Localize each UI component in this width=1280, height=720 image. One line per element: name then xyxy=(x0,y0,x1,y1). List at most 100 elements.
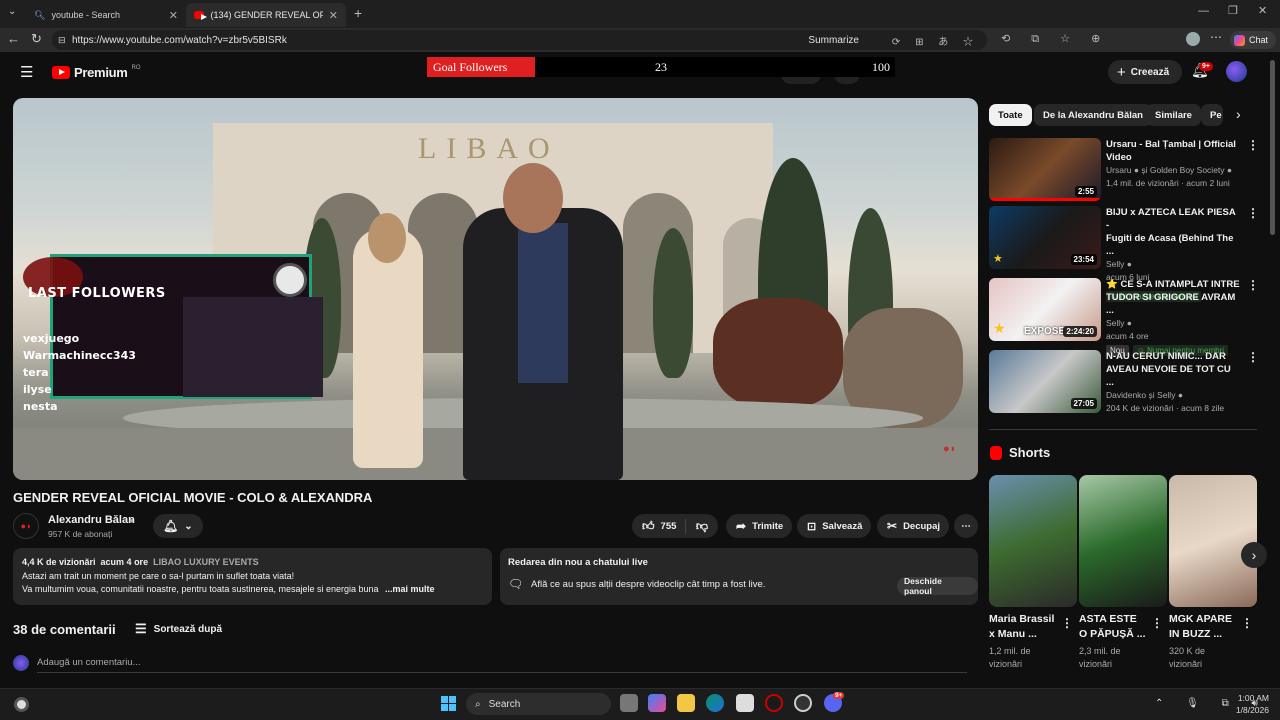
related-item[interactable]: Ursaru - Bal Țambal | Official Video Urs… xyxy=(1106,138,1241,190)
copilot-icon[interactable] xyxy=(648,694,666,712)
close-tab-icon[interactable]: ✕ xyxy=(329,9,338,22)
clip-button[interactable]: ✂ Decupaj xyxy=(877,514,949,538)
more-actions-button[interactable]: ⋯ xyxy=(954,514,978,538)
channel-name[interactable]: Alexandru Bălan xyxy=(48,514,135,526)
shorts-logo-icon xyxy=(990,445,1002,460)
divider xyxy=(989,429,1257,430)
widgets-icon[interactable] xyxy=(14,697,29,712)
related-thumbnail[interactable]: ★ EXPOSE 2:24:20 xyxy=(989,278,1101,341)
save-button[interactable]: ⊡ Salvează xyxy=(797,514,871,538)
description-box[interactable]: 4,4 K de vizionări acum 4 ore LIBAO LUXU… xyxy=(13,548,492,605)
related-meta: acum 4 ore xyxy=(1106,331,1149,341)
close-tab-icon[interactable]: ✕ xyxy=(169,9,178,22)
show-more-link[interactable]: ...mai multe xyxy=(385,584,435,594)
last-followers-title: LAST FOLLOWERS xyxy=(28,286,166,301)
close-window-button[interactable]: ✕ xyxy=(1258,4,1267,17)
hamburger-menu-icon[interactable]: ☰ xyxy=(20,63,33,81)
follower-name: nesta xyxy=(23,400,58,413)
short-title-line: MGK APARE xyxy=(1169,613,1232,625)
like-button[interactable]: 👍︎ 755 👎︎ xyxy=(632,514,718,538)
chip-all[interactable]: Toate xyxy=(989,104,1032,126)
related-item[interactable]: N-AU CERUT NIMIC... DAR AVEAU NEVOIE DE … xyxy=(1106,350,1241,415)
related-title-line: ⭐ CE S-A INTAMPLAT INTRE xyxy=(1106,279,1240,290)
more-vertical-icon[interactable]: ⋮ xyxy=(1061,616,1073,630)
related-thumbnail[interactable]: 27:05 xyxy=(989,350,1101,413)
chip-from-channel[interactable]: De la Alexandru Bălan xyxy=(1034,104,1152,126)
account-avatar[interactable] xyxy=(1226,61,1247,82)
site-info-icon[interactable]: ⊟ xyxy=(58,35,66,46)
related-item[interactable]: ⭐ CE S-A INTAMPLAT INTRE TUDOR SI GRIGOR… xyxy=(1106,278,1241,356)
short-thumbnail[interactable] xyxy=(989,475,1077,607)
share-button[interactable]: ➦ Trimite xyxy=(726,514,792,538)
minimize-button[interactable]: — xyxy=(1198,5,1209,17)
save-label: Salvează xyxy=(822,520,863,532)
subscribed-bell-button[interactable]: 🔔︎ ⌄ xyxy=(153,514,203,538)
related-thumbnail[interactable]: ★ 23:54 xyxy=(989,206,1101,269)
short-item[interactable]: MGK APARE IN BUZZ ... 320 K de vizionări xyxy=(1169,612,1239,671)
related-thumbnail[interactable]: 2:55 xyxy=(989,138,1101,201)
channel-watermark-icon[interactable]: ●◗ xyxy=(943,443,956,455)
more-vertical-icon[interactable]: ⋮ xyxy=(1247,350,1259,364)
related-title-line: TUDOR SI GRIGORE AVRAM ... xyxy=(1106,292,1236,316)
chevron-down-icon: ⌄ xyxy=(184,520,193,532)
toolbar-extension-icons[interactable]: ⟲ ⧉ ☆ ⊕ xyxy=(1001,32,1109,46)
file-explorer-icon[interactable] xyxy=(677,694,695,712)
address-bar-icons[interactable]: ⟳ ⊞ あ ☆ xyxy=(892,33,979,48)
open-panel-button[interactable]: Deschide panoul xyxy=(897,576,978,596)
more-vertical-icon[interactable]: ⋮ xyxy=(1247,206,1259,220)
short-views: 2,3 mil. de xyxy=(1079,646,1121,656)
search-label: Search xyxy=(488,698,521,710)
summarize-button[interactable]: Summarize xyxy=(808,35,859,46)
live-chat-title: Redarea din nou a chatului live xyxy=(508,557,648,568)
shorts-next-arrow-icon[interactable]: › xyxy=(1241,542,1267,568)
related-meta: 1,4 mil. de vizionări · acum 2 luni xyxy=(1106,178,1230,188)
obs-icon[interactable] xyxy=(794,694,812,712)
chip-more[interactable]: Pe xyxy=(1201,104,1223,126)
back-arrow-icon[interactable]: ← xyxy=(7,31,20,46)
follower-avatar xyxy=(273,263,307,297)
taskbar-search-box[interactable]: ⌕ Search xyxy=(466,693,611,715)
add-comment-input[interactable]: Adaugă un comentariu... xyxy=(37,657,967,673)
short-item[interactable]: Maria Brassil x Manu ... 1,2 mil. de viz… xyxy=(989,612,1059,671)
dislike-button[interactable]: 👎︎ xyxy=(684,518,718,534)
address-bar[interactable]: ⊟ https://www.youtube.com/watch?v=zbr5v5… xyxy=(52,30,987,50)
view-count: 4,4 K de vizionări xyxy=(22,557,96,567)
copilot-chat-button[interactable]: Chat xyxy=(1230,31,1276,49)
sort-comments-button[interactable]: ☰ Sortează după xyxy=(135,621,222,637)
more-vertical-icon[interactable]: ⋮ xyxy=(1151,616,1163,630)
tab-youtube-search[interactable]: 🔍︎ youtube - Search ✕ xyxy=(26,3,186,27)
related-channel: Selly ● xyxy=(1106,318,1132,328)
new-tab-button[interactable]: + xyxy=(354,5,362,21)
edge-browser-icon[interactable] xyxy=(706,694,724,712)
short-thumbnail[interactable] xyxy=(1079,475,1167,607)
short-item[interactable]: ASTA ESTE O PĂPUȘĂ ... 2,3 mil. de vizio… xyxy=(1079,612,1149,671)
youtube-premium-logo[interactable]: Premium RO xyxy=(52,65,141,80)
chip-similar[interactable]: Similare xyxy=(1146,104,1201,126)
duration-badge: 27:05 xyxy=(1070,398,1097,409)
profile-avatar[interactable] xyxy=(1186,32,1200,46)
youtube-logo-icon xyxy=(52,66,70,79)
tab-actions-chevron-icon[interactable]: ⌄ xyxy=(8,6,16,17)
app-icon-red[interactable] xyxy=(765,694,783,712)
share-icon: ➦ xyxy=(736,519,747,533)
clock[interactable]: 1:00 AM 1/8/2026 xyxy=(1233,692,1269,716)
refresh-icon[interactable]: ↻ xyxy=(31,31,42,47)
related-channel: Selly ● xyxy=(1106,259,1132,269)
short-thumbnail[interactable] xyxy=(1169,475,1257,607)
more-menu-icon[interactable]: ⋯ xyxy=(1210,30,1222,44)
task-view-icon[interactable] xyxy=(620,694,638,712)
more-vertical-icon[interactable]: ⋮ xyxy=(1247,278,1259,292)
more-vertical-icon[interactable]: ⋮ xyxy=(1247,138,1259,152)
start-button[interactable] xyxy=(441,696,456,711)
verified-icon: ● xyxy=(129,516,134,525)
more-horizontal-icon: ⋯ xyxy=(961,520,971,532)
page-scrollbar[interactable] xyxy=(1270,60,1275,235)
create-button[interactable]: + Creează xyxy=(1108,60,1182,84)
store-icon[interactable] xyxy=(736,694,754,712)
tab-gender-reveal[interactable]: (134) GENDER REVEAL OFICIAL M ✕ xyxy=(186,3,346,27)
more-vertical-icon[interactable]: ⋮ xyxy=(1241,616,1253,630)
related-meta: 204 K de vizionări · acum 8 zile xyxy=(1106,403,1225,413)
channel-avatar[interactable]: ●◗ xyxy=(13,513,39,539)
restore-button[interactable]: ❐ xyxy=(1228,4,1238,17)
chips-next-arrow-icon[interactable]: › xyxy=(1236,106,1241,122)
